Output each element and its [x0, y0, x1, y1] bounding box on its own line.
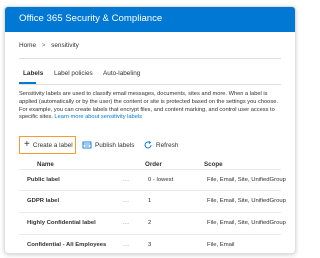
tab-auto-labeling[interactable]: Auto-labeling	[103, 70, 140, 77]
more-options-icon[interactable]: ...	[123, 177, 129, 183]
breadcrumb-current: sensitivity	[51, 42, 79, 49]
refresh-button[interactable]: Refresh	[143, 136, 178, 154]
table-row[interactable]: Confidential - All Employees ... 3 File,…	[19, 235, 281, 253]
chevron-right-icon: >	[41, 43, 46, 49]
breadcrumb: Home > sensitivity	[19, 42, 79, 49]
row-order: 3	[148, 242, 152, 248]
learn-more-link[interactable]: Learn more about sensitivity labels	[54, 114, 142, 120]
refresh-icon	[144, 140, 152, 149]
breadcrumb-home[interactable]: Home	[19, 42, 36, 49]
publish-labels-button[interactable]: Publish labels	[82, 136, 134, 154]
row-name: Confidential - All Employees	[27, 242, 107, 248]
create-label-text: Create a label	[32, 141, 73, 149]
app-title: Office 365 Security & Compliance	[19, 13, 163, 24]
divider	[19, 58, 281, 59]
column-header-scope[interactable]: Scope	[204, 161, 223, 168]
description: Sensitivity labels are used to classify …	[19, 91, 287, 122]
row-scope: File, Email, Site, UnifiedGroup	[207, 220, 286, 226]
row-scope: File, Email, Site, UnifiedGroup	[207, 177, 286, 183]
row-name: GDPR label	[27, 198, 60, 204]
table-row[interactable]: Public label ... 0 - lowest File, Email,…	[19, 169, 286, 191]
more-options-icon[interactable]: ...	[123, 198, 129, 204]
column-header-name[interactable]: Name	[37, 161, 54, 168]
tab-label-policies[interactable]: Label policies	[54, 70, 93, 77]
plus-icon: +	[24, 139, 30, 150]
more-options-icon[interactable]: ...	[123, 242, 129, 248]
refresh-text: Refresh	[156, 141, 179, 149]
tab-labels[interactable]: Labels	[23, 70, 43, 77]
table-row[interactable]: GDPR label ... 1 File, Email, Site, Unif…	[19, 191, 286, 213]
row-name: Public label	[27, 177, 60, 183]
app-header: Office 365 Security & Compliance	[5, 7, 295, 32]
table-row[interactable]: Highly Confidential label ... 2 File, Em…	[19, 213, 286, 235]
more-options-icon[interactable]: ...	[123, 220, 129, 226]
row-order: 0 - lowest	[148, 177, 174, 183]
row-scope: File, Email, Site, UnifiedGroup	[207, 198, 286, 204]
row-name: Highly Confidential label	[27, 220, 96, 226]
column-header-order[interactable]: Order	[145, 161, 162, 168]
compliance-panel: Office 365 Security & Compliance Home > …	[4, 6, 296, 254]
row-scope: File, Email	[207, 242, 235, 248]
row-order: 2	[148, 220, 152, 226]
tab-divider	[19, 84, 281, 85]
row-order: 1	[148, 198, 152, 204]
publish-labels-text: Publish labels	[95, 141, 135, 149]
create-label-button[interactable]: + Create a label	[19, 136, 76, 154]
publish-icon	[82, 141, 92, 149]
